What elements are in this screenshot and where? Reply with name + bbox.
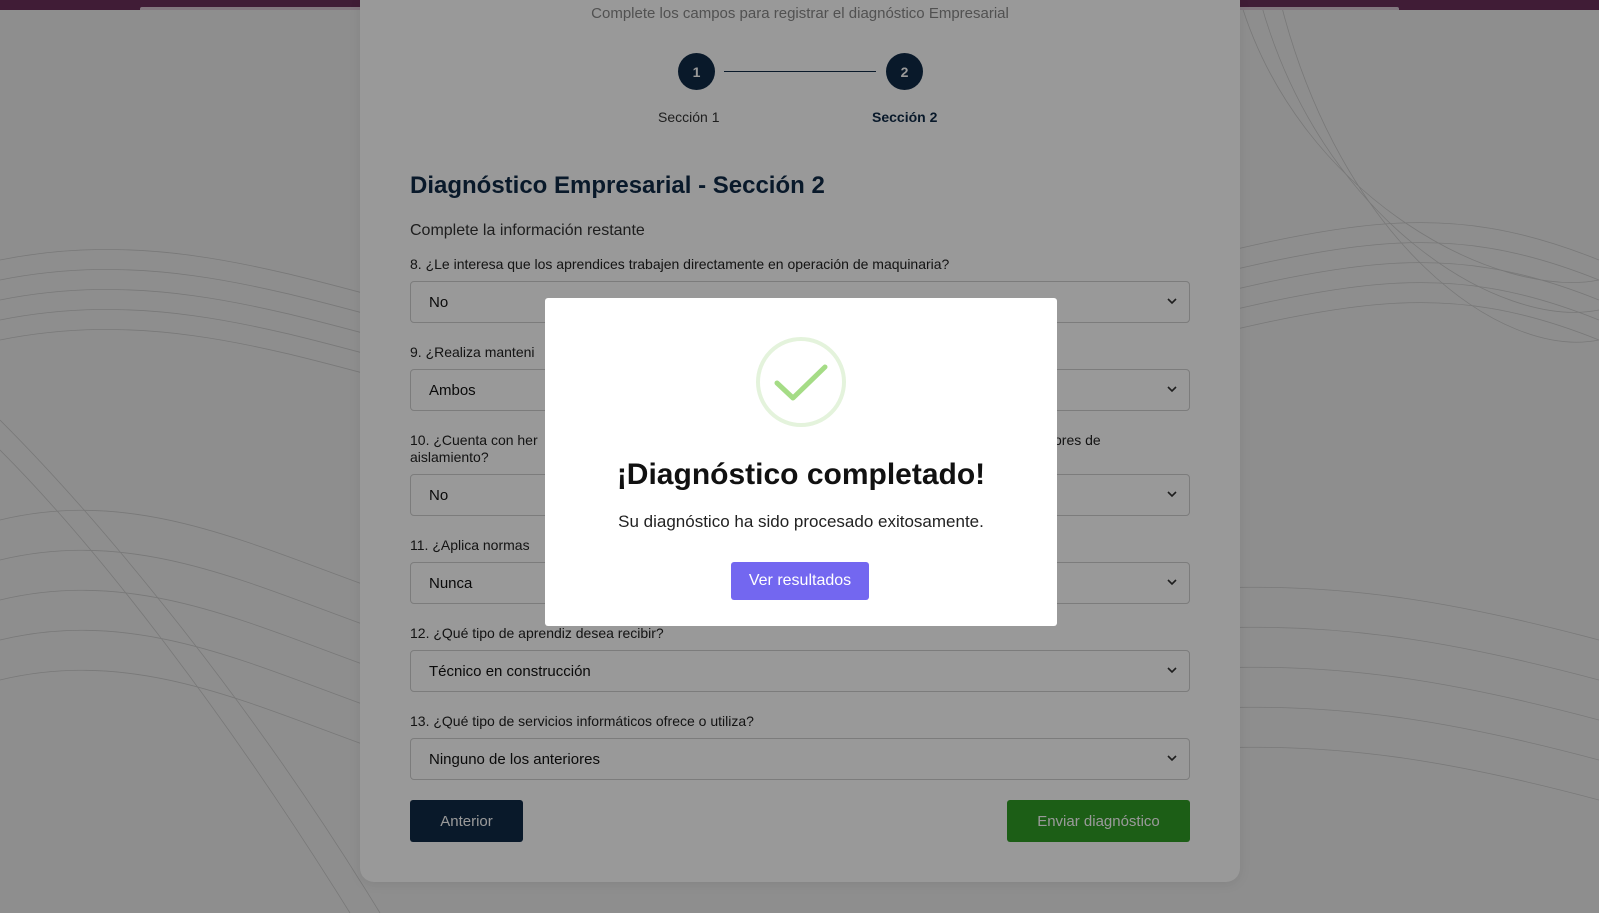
check-circle-icon	[756, 337, 846, 427]
modal-title: ¡Diagnóstico completado!	[616, 458, 986, 491]
view-results-button[interactable]: Ver resultados	[731, 562, 869, 600]
modal-message: Su diagnóstico ha sido procesado exitosa…	[618, 512, 984, 531]
success-modal: ¡Diagnóstico completado! Su diagnóstico …	[545, 298, 1057, 626]
